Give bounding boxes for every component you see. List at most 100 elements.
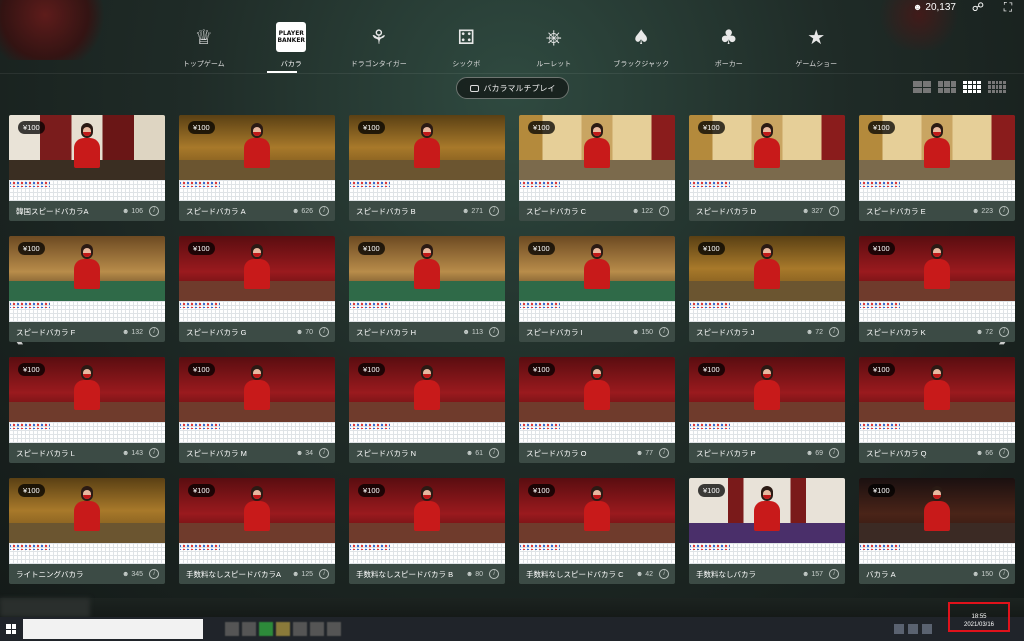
info-icon[interactable]: i [659,448,669,458]
category-tab-4[interactable]: ⎈ ルーレット [510,22,598,72]
table-card[interactable]: ¥100 手数料なしスピードバカラ C ☻ 42 i [519,478,675,584]
table-card[interactable]: ¥100 スピードバカラ J ☻ 72 i [689,236,845,342]
tv-icon [469,84,479,92]
table-card[interactable]: ¥100 スピードバカラ P ☻ 69 i [689,357,845,463]
app-icon[interactable] [276,622,290,636]
table-card[interactable]: ¥100 スピードバカラ I ☻ 150 i [519,236,675,342]
person-icon: ☻ [971,570,980,578]
table-card[interactable]: ¥100 スピードバカラ O ☻ 77 i [519,357,675,463]
player-count: ☻ 61 [466,450,483,457]
tray-icon[interactable] [908,624,918,634]
info-icon[interactable]: i [999,327,1009,337]
info-icon[interactable]: i [489,206,499,216]
table-card[interactable]: ¥100 スピードバカラ N ☻ 61 i [349,357,505,463]
tray-icon[interactable] [922,624,932,634]
support-headset-icon[interactable]: ☍ [970,0,986,15]
info-icon[interactable]: i [659,327,669,337]
info-icon[interactable]: i [149,569,159,579]
table-card[interactable]: ¥100 スピードバカラ B ☻ 271 i [349,115,505,221]
table-name: スピードバカラ N [356,448,416,458]
table-card[interactable]: ¥100 スピードバカラ M ☻ 34 i [179,357,335,463]
category-tab-2[interactable]: ⚘ ドラゴンタイガー [335,22,423,72]
person-icon: ☻ [975,449,984,457]
table-card[interactable]: ¥100 スピードバカラ G ☻ 70 i [179,236,335,342]
app-icon[interactable] [310,622,324,636]
info-icon[interactable]: i [829,327,839,337]
table-card[interactable]: ¥100 スピードバカラ C ☻ 122 i [519,115,675,221]
table-card[interactable]: ¥100 ライトニングバカラ ☻ 345 i [9,478,165,584]
table-card[interactable]: ¥100 スピードバカラ Q ☻ 66 i [859,357,1015,463]
app-icon[interactable] [225,622,239,636]
table-card[interactable]: ¥100 スピードバカラ F ☻ 132 i [9,236,165,342]
taskbar-search-input[interactable] [23,619,203,639]
dealer-video: ¥100 [349,478,505,543]
player-count-value: 69 [815,449,823,457]
info-icon[interactable]: i [319,206,329,216]
poker-icon: ♣ [719,25,738,49]
app-icon[interactable] [293,622,307,636]
category-tab-3[interactable]: ⚃ シックボ [423,22,511,72]
info-icon[interactable]: i [149,448,159,458]
game-show-icon: ★ [807,25,826,49]
info-icon[interactable]: i [149,327,159,337]
fullscreen-icon[interactable]: ⛶ [1000,0,1016,15]
taskbar-clock[interactable]: 18:55 2021/03/16 [948,602,1010,632]
dealer-video: ¥100 [179,236,335,301]
category-tab-0[interactable]: ♕ トップゲーム [160,22,248,72]
table-card[interactable]: ¥100 スピードバカラ H ☻ 113 i [349,236,505,342]
min-bet-badge: ¥100 [868,242,895,255]
info-icon[interactable]: i [829,448,839,458]
table-card[interactable]: ¥100 バカラ A ☻ 150 i [859,478,1015,584]
dealer-figure [414,244,440,294]
grid-4-icon[interactable] [963,81,981,93]
table-card[interactable]: ¥100 韓国スピードバカラA ☻ 106 i [9,115,165,221]
table-card[interactable]: ¥100 スピードバカラ A ☻ 626 i [179,115,335,221]
grid-2-icon[interactable] [913,81,931,93]
dealer-figure [584,486,610,536]
table-name: 手数料なしスピードバカラA [186,569,282,579]
app-icon[interactable] [242,622,256,636]
info-icon[interactable]: i [999,569,1009,579]
player-count: ☻ 42 [636,571,653,578]
table-card[interactable]: ¥100 手数料なしスピードバカラA ☻ 125 i [179,478,335,584]
info-icon[interactable]: i [829,206,839,216]
info-icon[interactable]: i [999,448,1009,458]
info-icon[interactable]: i [999,206,1009,216]
table-card[interactable]: ¥100 スピードバカラ D ☻ 327 i [689,115,845,221]
table-card[interactable]: ¥100 手数料なしスピードバカラ B ☻ 80 i [349,478,505,584]
category-tab-6[interactable]: ♣ ポーカー [685,22,773,72]
grid-3-icon[interactable] [938,81,956,93]
category-tab-5[interactable]: ♠ ブラックジャック [598,22,686,72]
info-icon[interactable]: i [829,569,839,579]
dealer-video: ¥100 [9,478,165,543]
table-name: スピードバカラ K [866,327,926,337]
multiplay-button[interactable]: バカラマルチプレイ [456,77,569,99]
dealer-figure [924,123,950,173]
table-card[interactable]: ¥100 スピードバカラ E ☻ 223 i [859,115,1015,221]
app-icon[interactable] [327,622,341,636]
dealer-video: ¥100 [519,357,675,422]
tray-icon[interactable] [894,624,904,634]
info-icon[interactable]: i [319,327,329,337]
info-icon[interactable]: i [489,327,499,337]
info-icon[interactable]: i [659,206,669,216]
category-tab-1[interactable]: PLAYER BANKER バカラ [248,22,336,72]
min-bet-badge: ¥100 [358,484,385,497]
person-icon: ☻ [295,328,304,336]
info-icon[interactable]: i [489,448,499,458]
start-button[interactable] [0,617,22,641]
table-card[interactable]: ¥100 スピードバカラ L ☻ 143 i [9,357,165,463]
info-icon[interactable]: i [489,569,499,579]
table-card[interactable]: ¥100 手数料なしバカラ ☻ 157 i [689,478,845,584]
category-tab-7[interactable]: ★ ゲームショー [773,22,861,72]
table-card[interactable]: ¥100 スピードバカラ K ☻ 72 i [859,236,1015,342]
dealer-figure [414,365,440,415]
app-icon[interactable] [259,622,273,636]
info-icon[interactable]: i [319,569,329,579]
dealer-video: ¥100 [519,236,675,301]
info-icon[interactable]: i [659,569,669,579]
info-icon[interactable]: i [149,206,159,216]
info-icon[interactable]: i [319,448,329,458]
player-count: ☻ 106 [122,208,143,215]
grid-5-icon[interactable] [988,81,1006,93]
